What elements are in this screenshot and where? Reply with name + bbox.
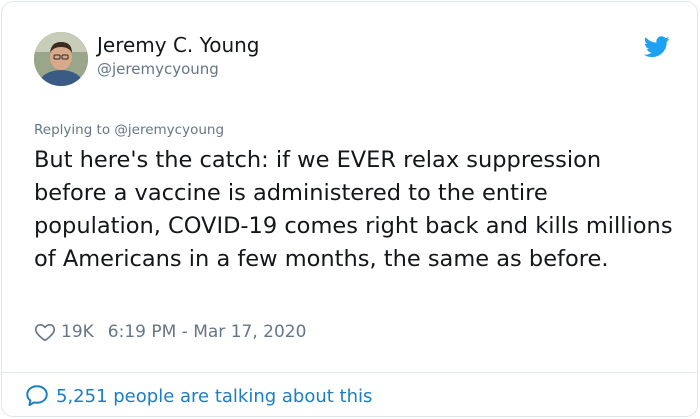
author-handle[interactable]: @jeremycyoung <box>97 60 219 78</box>
tweet-meta: 19K 6:19 PM - Mar 17, 2020 <box>34 320 306 344</box>
replying-mention-link[interactable]: @jeremycyoung <box>114 122 224 138</box>
tweet-text: But here's the catch: if we EVER relax s… <box>34 147 673 272</box>
heart-icon[interactable] <box>34 321 56 343</box>
speech-bubble-icon <box>26 385 48 407</box>
timestamp[interactable]: 6:19 PM - Mar 17, 2020 <box>108 322 307 342</box>
avatar[interactable] <box>34 32 88 86</box>
author-name[interactable]: Jeremy C. Young <box>97 33 260 57</box>
divider <box>2 372 697 373</box>
replying-to: Replying to @jeremycyoung <box>34 122 224 138</box>
replying-prefix: Replying to <box>34 122 111 138</box>
twitter-bird-icon[interactable] <box>643 36 670 58</box>
like-count[interactable]: 19K <box>61 322 94 342</box>
talking-count-text[interactable]: 5,251 people are talking about this <box>56 386 372 407</box>
conversation-link[interactable]: 5,251 people are talking about this <box>24 383 372 409</box>
tweet-card: Jeremy C. Young @jeremycyoung Replying t… <box>1 1 698 417</box>
